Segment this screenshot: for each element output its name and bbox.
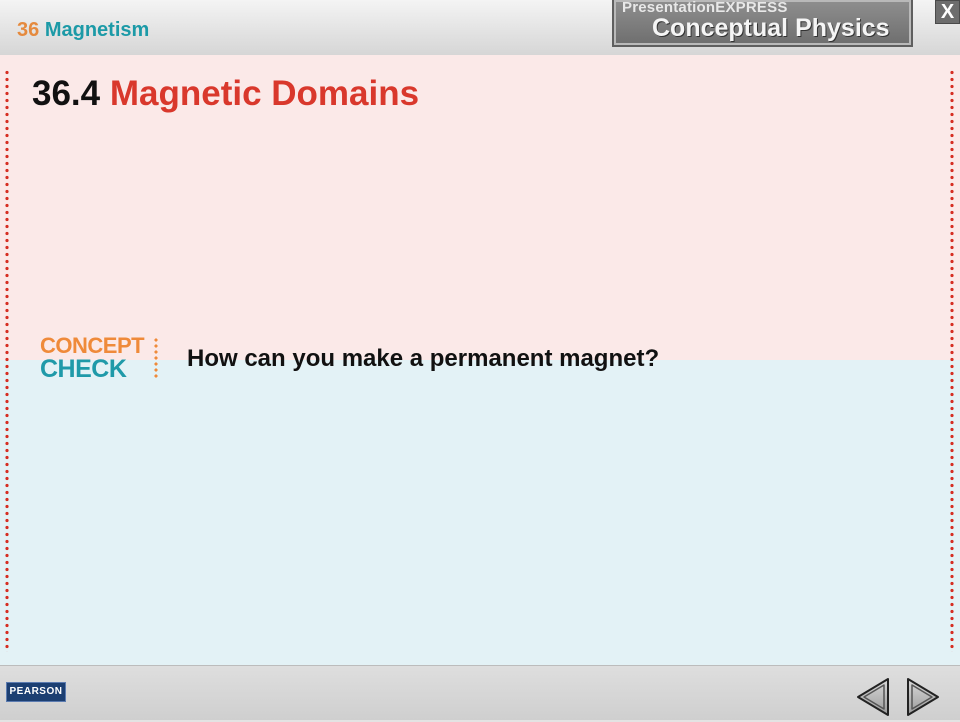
slide-title: 36.4 Magnetic Domains	[32, 74, 419, 114]
bottom-bar: PEARSON	[0, 665, 960, 720]
next-arrow-icon	[907, 678, 939, 716]
check-label: CHECK	[40, 355, 127, 383]
chapter-title: Magnetism	[44, 19, 150, 41]
brand-title: Conceptual Physics	[652, 14, 890, 42]
concept-check-logo: CONCEPT CHECK	[40, 335, 162, 383]
close-button[interactable]: X	[935, 0, 960, 24]
chapter-heading: 36 Magnetism	[17, 19, 149, 42]
logo-dots	[154, 337, 158, 379]
next-slide-button[interactable]	[904, 677, 940, 717]
right-dotted-border	[950, 69, 954, 652]
previous-arrow-icon	[857, 678, 889, 716]
publisher-logo: PEARSON	[6, 682, 66, 702]
previous-slide-button[interactable]	[856, 677, 892, 717]
chapter-number: 36	[17, 19, 40, 41]
section-title: Magnetic Domains	[109, 74, 420, 113]
concept-label: CONCEPT	[40, 333, 145, 358]
section-number: 36.4	[32, 74, 101, 113]
slide-content: 36.4 Magnetic Domains CONCEPT CHECK How …	[0, 55, 960, 665]
top-bar: 36 Magnetism PresentationEXPRESS Concept…	[0, 0, 960, 55]
left-dotted-border	[5, 69, 9, 652]
brand-logo: PresentationEXPRESS Conceptual Physics	[612, 0, 913, 47]
concept-question: How can you make a permanent magnet?	[187, 345, 660, 372]
